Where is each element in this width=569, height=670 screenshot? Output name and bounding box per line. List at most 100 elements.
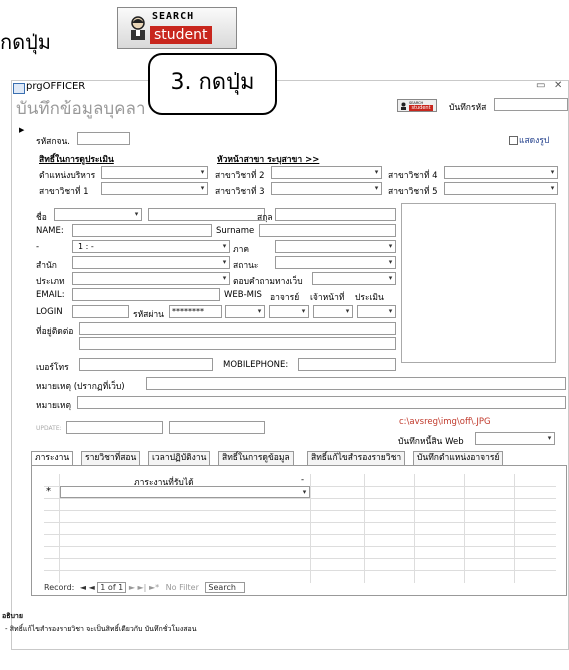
chevron-down-icon: ▾ [302, 488, 307, 496]
tab-work-time[interactable]: เวลาปฏิบัติงาน [148, 451, 211, 465]
email-label: EMAIL: [36, 290, 65, 300]
first-record-icon[interactable]: ◄ [80, 583, 86, 592]
phone-input[interactable] [79, 358, 213, 371]
password-label: รหัสผ่าน [133, 310, 164, 320]
show-photo-checkbox[interactable]: แสดงรูป [509, 133, 549, 147]
app-window: prgOFFICER ▭ ✕ บันทึกข้อมูลบุคลา SEARCH … [11, 80, 569, 650]
tab-workload[interactable]: ภาระงาน [31, 451, 74, 465]
name-en-label: NAME: [36, 226, 64, 236]
window-titlebar: prgOFFICER ▭ ✕ [12, 80, 568, 95]
workload-subform: ภาระงานที่รับได้ - * ▾ Record: ◄ ◄ 1 of … [31, 465, 567, 596]
chevron-down-icon: ▾ [257, 307, 262, 315]
chevron-down-icon: ▾ [222, 274, 227, 282]
tab-edit-reserve-rights[interactable]: สิทธิ์แก้ไขสำรองรายวิชา [307, 451, 406, 465]
chevron-down-icon: ▾ [374, 168, 379, 176]
callout-box: 3. กดปุ่ม [148, 53, 277, 115]
login-input[interactable] [72, 305, 129, 318]
branch4-select[interactable]: ▾ [444, 166, 558, 179]
teacher-label: อาจารย์ [270, 293, 300, 303]
record-position[interactable]: 1 of 1 [97, 582, 127, 593]
chevron-down-icon: ▾ [200, 184, 205, 192]
mobile-input[interactable] [298, 358, 396, 371]
caption-text: กดปุ่ม [0, 30, 51, 54]
photo-path-text: c:\avsreg\img\off\.JPG [399, 417, 491, 427]
branch2-select[interactable]: ▾ [271, 166, 382, 179]
office-label: สำนัก [36, 261, 57, 271]
record-search-input[interactable] [494, 98, 568, 111]
surname-input[interactable] [259, 224, 396, 237]
status-select[interactable]: ▾ [275, 256, 396, 269]
record-search-box[interactable]: Search [205, 582, 245, 593]
close-icon[interactable]: ✕ [554, 80, 562, 91]
chevron-down-icon: ▾ [550, 168, 555, 176]
password-input[interactable]: ******** [169, 305, 222, 318]
web-answer-label: ตอบคำถามทางเว็บ [233, 277, 303, 287]
chevron-down-icon: ▾ [388, 307, 393, 315]
tab-view-rights[interactable]: สิทธิ์ในการดูข้อมูล [218, 451, 294, 465]
office-select[interactable]: ▾ [72, 256, 230, 269]
password-value: ******** [172, 307, 204, 316]
dash-select[interactable]: 1 : - ▾ [72, 240, 230, 253]
next-record-icon[interactable]: ► [129, 583, 135, 592]
email-input[interactable] [72, 288, 220, 301]
chevron-down-icon: ▾ [550, 184, 555, 192]
last-record-icon[interactable]: ►| [138, 583, 147, 592]
update-time-input[interactable] [169, 421, 265, 434]
surname-label: Surname [216, 226, 255, 236]
workload-select[interactable]: ▾ [60, 486, 310, 498]
record-selector-icon[interactable]: ▶ [19, 126, 24, 134]
minimize-icon[interactable]: ▭ [536, 80, 545, 91]
webmis-select[interactable]: ▾ [225, 305, 265, 318]
chevron-down-icon: ▾ [301, 307, 306, 315]
prev-record-icon[interactable]: ◄ [89, 583, 95, 592]
dash-label: - [36, 242, 40, 252]
dept-label: ภาค [233, 245, 250, 255]
branch5-select[interactable]: ▾ [444, 182, 558, 195]
officer-select[interactable]: ▾ [313, 305, 353, 318]
web-answer-select[interactable]: ▾ [312, 272, 396, 285]
notes-heading: อธิบาย [2, 612, 23, 620]
notes-line: - สิทธิ์แก้ไขสำรองรายวิชา จะเป็นสิทธิ์เด… [5, 625, 197, 633]
lastname-input[interactable] [275, 208, 396, 221]
staff-id-label: รหัสกจน. [36, 137, 70, 147]
new-record-icon[interactable]: ►* [149, 583, 159, 592]
eval-label: ประเมิน [355, 293, 384, 303]
teacher-select[interactable]: ▾ [269, 305, 309, 318]
tab-teacher-position[interactable]: บันทึกตำแหน่งอาจารย์ [413, 451, 504, 465]
branch1-select[interactable]: ▾ [101, 182, 208, 195]
webmis-label: WEB-MIS [224, 290, 262, 300]
branch1-label: สาขาวิชาที่ 1 [39, 187, 89, 197]
position-select[interactable]: ▾ [101, 166, 208, 179]
update-input[interactable] [66, 421, 163, 434]
name-label: ชื่อ [36, 213, 47, 223]
remark-web-input[interactable] [146, 377, 566, 390]
web-last-select[interactable]: ▾ [475, 432, 555, 445]
chevron-down-icon: ▾ [222, 258, 227, 266]
search-student-small-button[interactable]: SEARCH student [397, 99, 437, 112]
name-en-input[interactable] [72, 224, 212, 237]
grid-divider [464, 474, 465, 583]
grid-divider [514, 474, 515, 583]
grid-divider [364, 474, 365, 583]
show-photo-label: แสดงรูป [519, 136, 550, 146]
status-label: สถานะ [233, 261, 259, 271]
type-select[interactable]: ▾ [72, 272, 230, 285]
no-filter-button[interactable]: No Filter [166, 583, 199, 592]
search-student-button[interactable]: SEARCH student [117, 7, 237, 49]
chevron-down-icon: ▾ [388, 258, 393, 266]
address-line1-input[interactable] [79, 322, 396, 335]
address-label: ที่อยู่ติดต่อ [36, 327, 74, 337]
eval-select[interactable]: ▾ [357, 305, 396, 318]
prefix-select[interactable]: ▾ [54, 208, 142, 221]
dept-select[interactable]: ▾ [275, 240, 396, 253]
chevron-down-icon: ▾ [547, 434, 552, 442]
staff-id-input[interactable] [77, 132, 130, 145]
update-label: UPDATE: [36, 425, 62, 432]
remark-input[interactable] [77, 396, 566, 409]
lastname-label: สกุล [257, 213, 273, 223]
tab-courses[interactable]: รายวิชาที่สอน [81, 451, 141, 465]
chevron-down-icon: ▾ [222, 242, 227, 250]
branch3-select[interactable]: ▾ [271, 182, 382, 195]
address-line2-input[interactable] [79, 337, 396, 350]
firstname-input[interactable] [148, 208, 265, 221]
